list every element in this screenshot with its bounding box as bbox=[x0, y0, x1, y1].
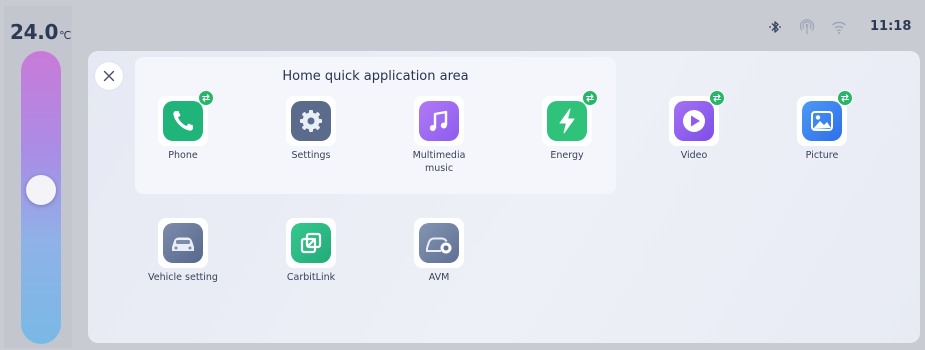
app-energy[interactable]: Energy bbox=[517, 90, 617, 162]
car-icon bbox=[163, 223, 203, 263]
signal-icon[interactable] bbox=[799, 19, 815, 35]
app-label: Vehicle setting bbox=[148, 272, 218, 283]
link-icon bbox=[291, 223, 331, 263]
app-label: Settings bbox=[291, 150, 331, 161]
phone-icon bbox=[163, 101, 203, 141]
screen: 24.0℃ 11:18 Home quick application area bbox=[0, 0, 925, 350]
app-label: Video bbox=[680, 150, 708, 161]
status-bar: 11:18 bbox=[75, 6, 925, 48]
app-picture[interactable]: Picture bbox=[772, 90, 872, 162]
app-label: Picture bbox=[805, 150, 839, 161]
app-label: CarbitLink bbox=[286, 272, 336, 283]
app-phone[interactable]: Phone bbox=[133, 90, 233, 162]
camera-car-icon bbox=[419, 223, 459, 263]
app-tile bbox=[158, 218, 208, 268]
temperature-slider[interactable] bbox=[21, 51, 61, 344]
temperature-value: 24.0 bbox=[10, 20, 59, 44]
app-avm[interactable]: AVM bbox=[389, 218, 489, 284]
app-settings[interactable]: Settings bbox=[261, 96, 361, 162]
app-tile bbox=[797, 90, 853, 146]
app-label: Multimedia music bbox=[412, 150, 466, 174]
app-tile bbox=[286, 218, 336, 268]
swap-badge-icon bbox=[582, 90, 598, 106]
quick-area-title: Home quick application area bbox=[282, 69, 469, 84]
wifi-icon[interactable] bbox=[831, 19, 847, 35]
picture-icon bbox=[802, 101, 842, 141]
app-tile bbox=[669, 90, 725, 146]
app-label: Energy bbox=[550, 150, 584, 161]
swap-badge-icon bbox=[837, 90, 853, 106]
swap-badge-icon bbox=[198, 90, 214, 106]
play-icon bbox=[674, 101, 714, 141]
app-multimedia-music[interactable]: Multimedia music bbox=[389, 96, 489, 175]
temperature-readout: 24.0℃ bbox=[10, 20, 72, 44]
app-tile bbox=[542, 90, 598, 146]
temperature-slider-knob[interactable] bbox=[26, 175, 56, 205]
music-note-icon bbox=[419, 101, 459, 141]
app-label: Phone bbox=[168, 150, 198, 161]
app-tile bbox=[414, 218, 464, 268]
temperature-unit: ℃ bbox=[59, 29, 72, 42]
app-launcher-panel: Home quick application area Phone Settin… bbox=[88, 51, 920, 343]
app-tile bbox=[286, 96, 336, 146]
swap-badge-icon bbox=[709, 90, 725, 106]
clock: 11:18 bbox=[870, 19, 912, 34]
gear-icon bbox=[291, 101, 331, 141]
app-tile bbox=[414, 96, 464, 146]
app-label: AVM bbox=[428, 272, 450, 283]
close-icon bbox=[103, 70, 115, 82]
lightning-icon bbox=[547, 101, 587, 141]
app-vehicle-setting[interactable]: Vehicle setting bbox=[133, 218, 233, 284]
bluetooth-icon[interactable] bbox=[767, 19, 783, 35]
close-button[interactable] bbox=[95, 62, 123, 90]
app-video[interactable]: Video bbox=[644, 90, 744, 162]
app-tile bbox=[158, 90, 214, 146]
app-carbitlink[interactable]: CarbitLink bbox=[261, 218, 361, 284]
